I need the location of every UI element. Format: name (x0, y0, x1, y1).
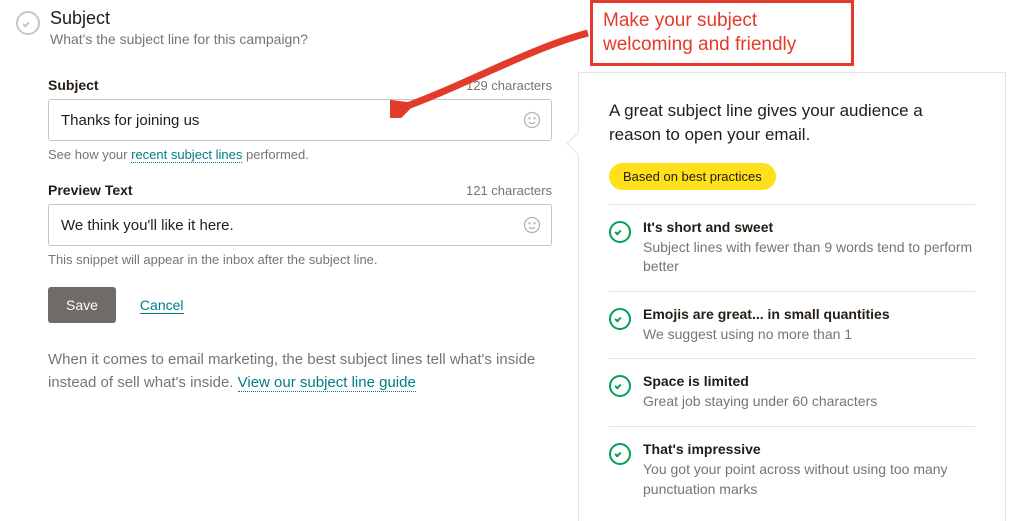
check-icon (609, 221, 631, 243)
tip-item: It's short and sweet Subject lines with … (609, 204, 975, 291)
preview-helper: This snippet will appear in the inbox af… (48, 252, 552, 267)
tip-desc: You got your point across without using … (643, 460, 975, 499)
preview-char-count: 121 characters (466, 183, 552, 198)
tip-title: Emojis are great... in small quantities (643, 306, 890, 322)
check-icon (609, 443, 631, 465)
advice-text: When it comes to email marketing, the be… (48, 349, 552, 394)
tip-item: Emojis are great... in small quantities … (609, 291, 975, 359)
tip-desc: Subject lines with fewer than 9 words te… (643, 238, 975, 277)
check-icon (609, 375, 631, 397)
save-button[interactable]: Save (48, 287, 116, 323)
preview-label: Preview Text (48, 182, 133, 198)
tip-title: That's impressive (643, 441, 975, 457)
subject-helper: See how your recent subject lines perfor… (48, 147, 552, 162)
tips-panel: A great subject line gives your audience… (578, 72, 1006, 521)
best-practices-pill: Based on best practices (609, 163, 776, 190)
tip-title: It's short and sweet (643, 219, 975, 235)
tips-heading: A great subject line gives your audience… (609, 99, 975, 147)
emoji-picker-icon[interactable] (522, 215, 542, 235)
check-icon (609, 308, 631, 330)
annotation-callout: Make your subject welcoming and friendly (590, 0, 854, 66)
tip-item: Space is limited Great job staying under… (609, 358, 975, 426)
emoji-picker-icon[interactable] (522, 110, 542, 130)
recent-subject-lines-link[interactable]: recent subject lines (131, 147, 242, 163)
section-title: Subject (50, 8, 308, 29)
tip-desc: We suggest using no more than 1 (643, 325, 890, 345)
subject-input[interactable] (48, 99, 552, 141)
tip-title: Space is limited (643, 373, 877, 389)
subject-label: Subject (48, 77, 99, 93)
subject-line-guide-link[interactable]: View our subject line guide (238, 374, 416, 392)
section-check-icon (16, 11, 40, 35)
tip-item: That's impressive You got your point acr… (609, 426, 975, 513)
tip-desc: Great job staying under 60 characters (643, 392, 877, 412)
subject-char-count: 129 characters (466, 78, 552, 93)
preview-input[interactable] (48, 204, 552, 246)
section-subtitle: What's the subject line for this campaig… (50, 31, 308, 47)
cancel-button[interactable]: Cancel (140, 297, 184, 314)
